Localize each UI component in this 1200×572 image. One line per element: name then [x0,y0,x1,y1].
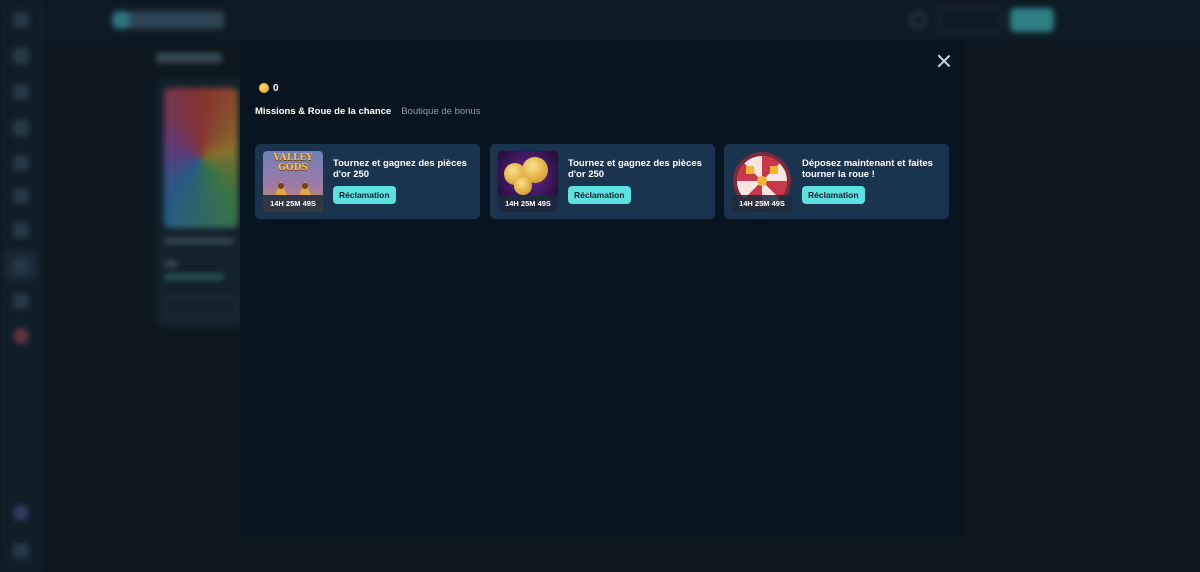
close-icon[interactable] [937,54,951,68]
gold-coins-thumbnail: 14H 25M 49S [498,151,558,212]
thumbnail-title: VALLEY GODS [273,153,313,173]
pharaoh-figures-icon [275,181,311,195]
mission-timer: 14H 25M 49S [498,195,558,212]
nav-icon [13,222,29,238]
language-flag-icon [13,505,29,521]
card-text [164,274,224,280]
trophy-icon [13,258,29,274]
nav-icon [13,48,29,64]
nav-icon [13,84,29,100]
tab-missions[interactable]: Missions & Roue de la chance [255,106,391,117]
tournament-image [164,88,238,228]
tournament-card [156,78,246,328]
chat-icon [13,543,29,559]
logo-mark [112,11,130,29]
tab-bonus-shop[interactable]: Boutique de bonus [401,106,480,117]
gold-coin-icon [514,177,532,195]
section-title [156,53,222,63]
mission-card: 14H 25M 49S Déposez maintenant et faites… [724,144,949,219]
mission-timer: 14H 25M 49S [263,195,323,212]
nav-icon [13,120,29,136]
login-button [938,8,1002,32]
nav-icon [13,293,29,309]
mission-title: Tournez et gagnez des pièces d'or 250 [568,158,702,180]
card-text [164,261,178,267]
coin-count: 0 [273,82,279,94]
claim-button[interactable]: Réclamation [333,186,396,204]
mission-title: Tournez et gagnez des pièces d'or 250 [333,158,467,180]
missions-modal: 0 Missions & Roue de la chance Boutique … [240,40,964,536]
menu-icon [13,12,29,28]
fortune-wheel-thumbnail: 14H 25M 49S [732,151,792,212]
search-icon [910,12,926,28]
valley-of-the-gods-thumbnail: VALLEY GODS 14H 25M 49S [263,151,323,212]
claim-button[interactable]: Réclamation [568,186,631,204]
mission-card: VALLEY GODS 14H 25M 49S Tournez et gagne… [255,144,480,219]
coin-icon [259,83,269,93]
sidebar [0,0,42,572]
nav-icon [13,188,29,204]
card-button [164,296,238,318]
claim-button[interactable]: Réclamation [802,186,865,204]
mission-timer: 14H 25M 49S [732,195,792,212]
signup-button [1010,8,1054,32]
modal-tabs: Missions & Roue de la chance Boutique de… [255,106,480,117]
mission-card: 14H 25M 49S Tournez et gagnez des pièces… [490,144,715,219]
mission-title: Déposez maintenant et faites tourner la … [802,158,933,180]
card-text [164,238,234,244]
promo-icon [13,328,29,344]
nav-icon [13,155,29,171]
coin-balance: 0 [259,81,279,95]
